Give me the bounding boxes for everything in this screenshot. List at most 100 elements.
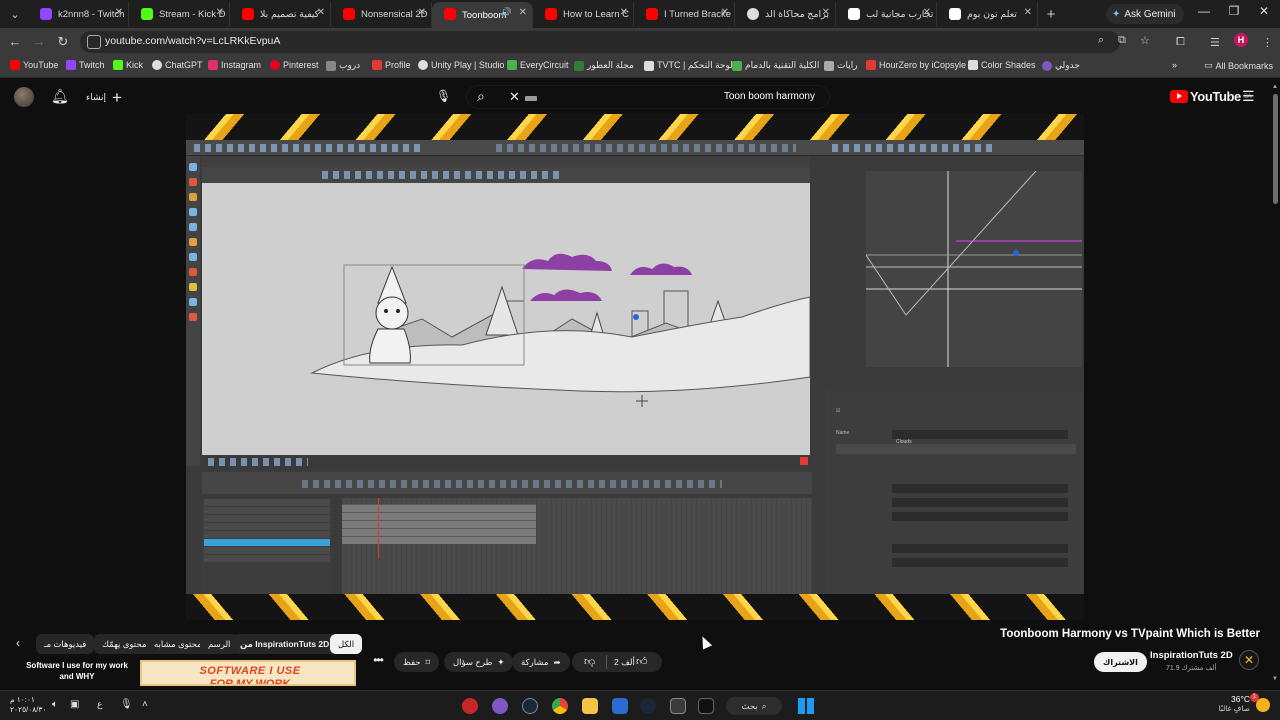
reload-button[interactable]: ↻	[54, 33, 72, 51]
steam-icon[interactable]	[640, 698, 656, 714]
microphone-icon[interactable]: 🎙︎	[120, 699, 133, 710]
voice-search-mic-icon[interactable]: 🎙︎	[436, 89, 451, 103]
ask-gemini-button[interactable]: ✦ Ask Gemini	[1106, 4, 1184, 24]
bookmark-unity-play[interactable]: Unity Play | Studio	[418, 60, 504, 70]
bookmark-tech-college[interactable]: الكلية التقنية بالدمام	[732, 60, 819, 71]
site-info-icon[interactable]	[87, 35, 101, 49]
scrollbar-thumb[interactable]	[1273, 94, 1278, 204]
bookmarks-overflow-chevron-icon[interactable]: »	[1172, 60, 1177, 70]
close-tab-icon[interactable]: ✕	[721, 7, 729, 18]
scroll-down-arrow-icon[interactable]: ▼	[1272, 676, 1278, 682]
store-icon[interactable]	[612, 698, 628, 714]
subscribe-button[interactable]: الاشتراك	[1094, 652, 1147, 672]
search-bar[interactable]: ⌕ ✕ Toon boom harmony	[466, 85, 830, 109]
dislike-icon[interactable]: 👎︎	[584, 655, 595, 668]
network-icon[interactable]: ▣	[70, 699, 79, 710]
volume-icon[interactable]: 🔈︎	[52, 699, 58, 710]
browser-tab[interactable]: Nonsensical 2D ✕	[331, 2, 432, 26]
notifications-bell-icon[interactable]: 🔔︎	[51, 88, 69, 105]
tray-overflow-chevron-icon[interactable]: ˄	[142, 699, 148, 710]
close-tab-icon[interactable]: ✕	[519, 7, 527, 18]
bookmark-star-icon[interactable]: ☆	[1140, 34, 1150, 47]
bookmark-color-shades[interactable]: Color Shades	[968, 60, 1036, 70]
keyboard-icon[interactable]	[525, 96, 537, 101]
file-explorer-icon[interactable]	[582, 698, 598, 714]
restore-button[interactable]: ❐	[1224, 4, 1244, 18]
browser-tab[interactable]: تجارب مجانية لب ✕	[836, 2, 937, 26]
steam-icon[interactable]	[522, 698, 538, 714]
install-icon[interactable]: ⧉	[1118, 34, 1126, 47]
close-tab-icon[interactable]: ✕	[923, 7, 931, 18]
chip-related-videos[interactable]: فيديوهات مـ	[36, 634, 95, 654]
close-tab-icon[interactable]: ✕	[115, 7, 123, 18]
close-tab-icon[interactable]: ✕	[620, 7, 628, 18]
browser-tab[interactable]: برامج محاكاة الد ✕	[735, 2, 836, 26]
omnibox[interactable]: youtube.com/watch?v=LcLRKkEvpuA ⌕ ⧉ ☆	[80, 31, 1150, 53]
video-player[interactable]: ☑ Name Clouds	[186, 114, 1084, 620]
input-language[interactable]: ع	[97, 699, 102, 710]
taskbar-search[interactable]: بحث ⌕	[726, 697, 782, 715]
bookmark-kick[interactable]: Kick	[113, 60, 143, 70]
chip-all[interactable]: الكل	[330, 634, 363, 654]
bookmark-pinterest[interactable]: Pinterest	[270, 60, 319, 70]
all-bookmarks-button[interactable]: ▭ All Bookmarks	[1204, 60, 1273, 71]
account-avatar[interactable]	[14, 87, 34, 107]
bookmark-hourzero[interactable]: HourZero by iCopsyle	[866, 60, 966, 70]
chrome-icon[interactable]	[552, 698, 568, 714]
windows-start-icon[interactable]	[798, 698, 814, 714]
bookmark-rayat[interactable]: رايات	[824, 60, 858, 71]
youtube-logo[interactable]: YouTube SA	[1170, 89, 1252, 104]
terminal-icon[interactable]	[698, 698, 714, 714]
browser-tab[interactable]: I Turned Bracke ✕	[634, 2, 735, 26]
scroll-up-arrow-icon[interactable]: ▲	[1272, 84, 1278, 90]
channel-name[interactable]: InspirationTuts 2D	[1150, 650, 1233, 661]
minimize-button[interactable]: —	[1194, 4, 1214, 18]
speaker-icon[interactable]: 🔊	[501, 7, 512, 18]
bookmark-youtube[interactable]: YouTube	[10, 60, 58, 70]
weather-widget[interactable]: 36°C صافٍ غالبًا	[1200, 694, 1250, 713]
url-text[interactable]: youtube.com/watch?v=LcLRKkEvpuA	[105, 35, 280, 47]
like-count[interactable]: 2 ألف	[614, 657, 635, 668]
search-input[interactable]: Toon boom harmony	[724, 91, 815, 102]
channel-avatar[interactable]: ✕	[1239, 650, 1259, 670]
save-button[interactable]: حفظ ⌑	[394, 652, 439, 672]
recommended-video-title[interactable]: Software I use for my work and WHY	[18, 660, 136, 682]
bookmark-twitch[interactable]: Twitch	[66, 60, 105, 70]
browser-tab[interactable]: Stream - Kick D ✕	[129, 2, 230, 26]
new-tab-button[interactable]: +	[1038, 6, 1064, 23]
bookmark-jadwali[interactable]: جدولي	[1042, 60, 1080, 71]
menu-kebab-icon[interactable]: ⋮	[1262, 36, 1273, 49]
bookmark-perfume-mag[interactable]: مجلة العطور	[574, 60, 634, 71]
recommended-video-thumbnail[interactable]: SOFTWARE I USE FOR MY WORK	[140, 660, 356, 686]
bookmark-everycircuit[interactable]: EveryCircuit	[507, 60, 569, 70]
forward-button[interactable]: →	[30, 33, 48, 51]
app-icon[interactable]	[462, 698, 478, 714]
bookmark-profile[interactable]: Profile	[372, 60, 411, 70]
like-icon[interactable]: 👍︎	[636, 655, 648, 668]
bookmark-droob[interactable]: دروب	[326, 60, 360, 71]
chip-from-channel[interactable]: من InspirationTuts 2D	[232, 634, 338, 654]
zoom-icon[interactable]: ⌕	[1098, 34, 1104, 47]
profile-avatar[interactable]: H	[1234, 33, 1248, 47]
close-window-button[interactable]: ✕	[1254, 4, 1274, 18]
browser-tab[interactable]: k2nnn8 - Twitch ✕	[28, 2, 129, 26]
reading-list-icon[interactable]: ☰	[1210, 36, 1220, 49]
extensions-icon[interactable]: ⧠	[1176, 36, 1185, 49]
bookmark-tvtc[interactable]: TVTC | لوحة التحكم	[644, 60, 733, 71]
more-actions-icon[interactable]: •••	[368, 653, 388, 671]
browser-tab-active[interactable]: Toonboom 🔊 ✕	[432, 2, 533, 28]
create-button[interactable]: إنشاء +	[78, 86, 130, 108]
guide-menu-icon[interactable]: ☰	[1242, 88, 1255, 105]
close-tab-icon[interactable]: ✕	[317, 7, 325, 18]
close-tab-icon[interactable]: ✕	[822, 7, 830, 18]
browser-tab[interactable]: How to Learn C ✕	[533, 2, 634, 26]
chips-previous-chevron-icon[interactable]: ‹	[16, 636, 20, 650]
clock[interactable]: ١٠:٠١ م ٢٠٢٥/٠٨/٣٠	[10, 695, 46, 715]
browser-tab[interactable]: تعلم تون بوم ✕	[937, 2, 1038, 26]
clear-search-icon[interactable]: ✕	[509, 89, 520, 105]
bookmark-instagram[interactable]: Instagram	[208, 60, 261, 70]
close-tab-icon[interactable]: ✕	[216, 7, 224, 18]
snipping-tool-icon[interactable]	[670, 698, 686, 714]
discord-icon[interactable]	[492, 698, 508, 714]
browser-tab[interactable]: كيفية تصميم بلا ✕	[230, 2, 331, 26]
